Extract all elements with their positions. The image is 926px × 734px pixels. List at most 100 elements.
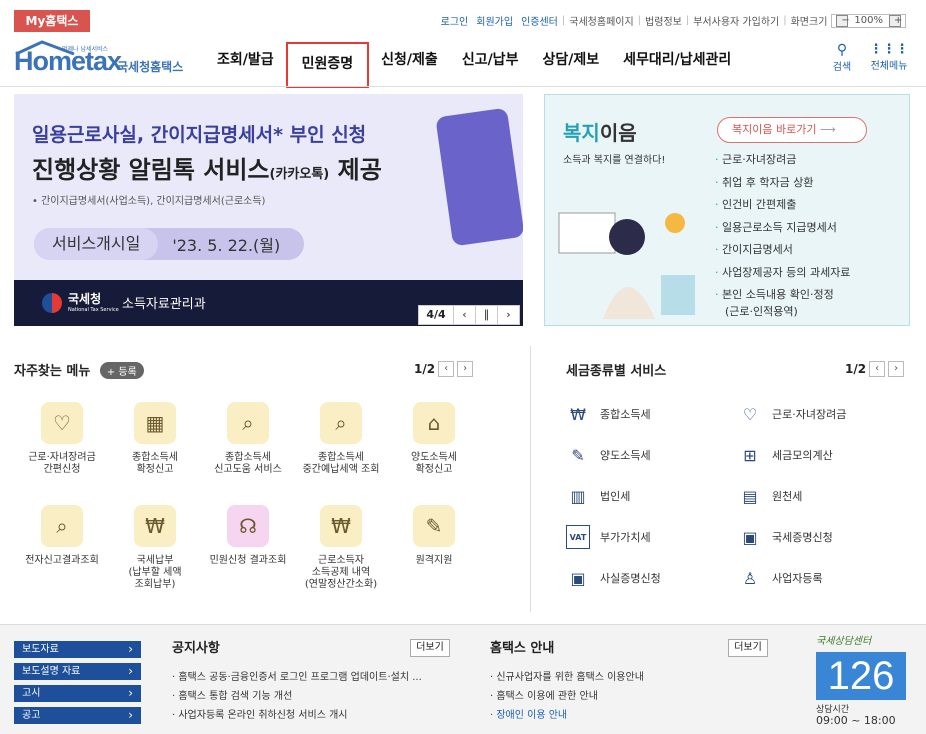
footer-org: 국세청 [68,292,102,306]
fav-item[interactable]: ✎ 원격지원 [394,505,474,567]
welfare-item[interactable]: 근로·자녀장려금 [715,149,850,172]
service-date-pill: 서비스개시일 '23. 5. 22.(월) [34,228,304,260]
guide-item[interactable]: 장애인 이용 안내 [490,706,644,725]
fav-header: 자주찾는 메뉴 + 등록 [14,360,144,379]
notice-more-button[interactable]: 더보기 [410,639,450,657]
all-menu-button[interactable]: ⋮⋮⋮ 전체메뉴 [864,42,914,72]
footer-org-en: National Tax Service [68,307,119,313]
fav-item[interactable]: ₩ 근로소득자 소득공제 내역 (연말정산간소화) [301,505,381,591]
woman-illustration [558,212,695,319]
notice-gosi-link[interactable]: 고시 [14,685,141,702]
fav-item[interactable]: ⌕ 종합소득세 중간예납세액 조회 [301,402,381,476]
my-hometax-button[interactable]: My홈택스 [14,10,90,32]
tax-item[interactable]: VAT 부가가치세 [566,525,651,549]
receipt-icon: ▤ [742,486,758,506]
nav-consult[interactable]: 상담/제보 [530,42,611,87]
nav-report-pay[interactable]: 신고/납부 [450,42,531,87]
banner-next-button[interactable]: › [497,306,519,324]
welfare-item[interactable]: 간이지급명세서 [715,239,850,262]
banner-pause-button[interactable]: ∥ [475,306,497,324]
tax-item[interactable]: ⊞ 세금모의계산 [738,443,833,467]
cert-center-link[interactable]: 인증센터 [517,13,562,28]
nts-logo-icon [42,293,62,313]
fav-label: 양도소득세 확정신고 [411,452,457,475]
signup-link[interactable]: 회원가입 [472,13,517,28]
certificate-icon: ▣ [742,527,758,547]
fav-next-button[interactable]: › [457,361,474,377]
login-link[interactable]: 로그인 [437,13,473,28]
calendar-icon: ▦ [134,402,176,444]
tax-item[interactable]: ₩ 종합소득세 [566,402,651,426]
fav-prev-button[interactable]: ‹ [438,361,455,377]
notice-list: 홈택스 공동·금융인증서 로그인 프로그램 업데이트·설치 ... 홈택스 통합… [172,668,422,725]
tax-label: 근로·자녀장려금 [772,408,847,421]
guide-item[interactable]: 홈택스 이용에 관한 안내 [490,687,644,706]
nts-home-link[interactable]: 국세청홈페이지 [565,13,637,28]
fav-item[interactable]: ▦ 종합소득세 확정신고 [115,402,195,476]
press-explain-link[interactable]: 보도설명 자료 [14,663,141,680]
welfare-link-button[interactable]: 복지이음 바로가기 ⟶ [717,117,867,143]
welfare-item[interactable]: 일용근로소득 지급명세서 [715,217,850,240]
welfare-list: 근로·자녀장려금 취업 후 학자금 상환 인건비 간편제출 일용근로소득 지급명… [715,149,850,307]
tax-item[interactable]: ▥ 법인세 [566,484,630,508]
welfare-item[interactable]: 취업 후 학자금 상환 [715,172,850,195]
fav-page: 1/2 [414,362,436,376]
notice-item[interactable]: 홈택스 통합 검색 기능 개선 [172,687,422,706]
guide-list: 신규사업자를 위한 홈택스 이용안내 홈택스 이용에 관한 안내 장애인 이용 … [490,668,644,725]
tax-item[interactable]: ▤ 원천세 [738,484,802,508]
main-nav: 조회/발급 민원증명 신청/제출 신고/납부 상담/제보 세무대리/납세관리 [205,42,743,88]
logo-sub: 국세청홈택스 [117,60,184,74]
banner-line2: 진행상황 알림톡 서비스(카카오톡) 제공 [32,156,382,184]
tax-item[interactable]: ♙ 사업자등록 [738,566,823,590]
tax-label: 원천세 [772,490,803,503]
service-date-value: '23. 5. 22.(월) [172,236,281,255]
main-banner[interactable]: 일용근로사실, 간이지급명세서* 부인 신청 진행상황 알림톡 서비스(카카오톡… [14,94,523,326]
banner-prev-button[interactable]: ‹ [453,306,475,324]
search-button[interactable]: ⚲ 검색 [822,42,862,73]
search-label: 검색 [832,62,852,73]
public-notice-link[interactable]: 공고 [14,707,141,724]
zoom-in-button[interactable]: + [889,14,902,27]
fav-register-button[interactable]: + 등록 [99,362,144,379]
call-center: 국세상담센터 126 상담시간 09:00 ~ 18:00 [812,632,912,730]
fav-title: 자주찾는 메뉴 [14,364,91,379]
fav-item[interactable]: ⌕ 전자신고결과조회 [22,505,102,567]
guide-title: 홈택스 안내 [490,641,555,656]
fav-item[interactable]: ⌕ 종합소득세 신고도움 서비스 [208,402,288,476]
notice-item[interactable]: 홈택스 공동·금융인증서 로그인 프로그램 업데이트·설치 ... [172,668,421,687]
nav-apply[interactable]: 신청/제출 [369,42,450,87]
law-link[interactable]: 법령정보 [641,13,686,28]
dept-user-signup-link[interactable]: 부서사용자 가입하기 [689,13,783,28]
tax-label: 국세증명신청 [772,531,833,544]
tax-item[interactable]: ♡ 근로·자녀장려금 [738,402,847,426]
header-divider [0,86,926,87]
press-release-link[interactable]: 보도자료 [14,641,141,658]
guide-more-button[interactable]: 더보기 [728,639,768,657]
tax-item[interactable]: ✎ 양도소득세 [566,443,650,467]
zoom-out-button[interactable]: − [836,14,850,27]
guide-item[interactable]: 신규사업자를 위한 홈택스 이용안내 [490,668,644,687]
fav-label: 근로·자녀장려금 간편신청 [28,452,96,475]
tax-label: 세금모의계산 [772,449,833,462]
nav-agent[interactable]: 세무대리/납세관리 [611,42,743,87]
welfare-item[interactable]: 사업장제공자 등의 과세자료 [715,262,850,285]
tax-item[interactable]: ▣ 국세증명신청 [738,525,833,549]
tax-next-button[interactable]: › [888,361,905,377]
fav-item[interactable]: ⌂ 양도소득세 확정신고 [394,402,474,476]
fav-item[interactable]: ₩ 국세납부 (납부할 세액 조회납부) [115,505,195,591]
money-bag-icon: ₩ [134,505,176,547]
nav-inquiry[interactable]: 조회/발급 [205,42,286,87]
fav-item[interactable]: ♡ 근로·자녀장려금 간편신청 [22,402,102,476]
hometax-logo[interactable]: 언제나 납세서비스 Hometax 국세청홈택스 [14,40,189,82]
doc-search-icon: ⌕ [41,505,83,547]
welfare-item[interactable]: 인건비 간편제출 [715,194,850,217]
notice-item[interactable]: 사업자등록 온라인 취하신청 서비스 개시 [172,706,422,725]
fav-label: 원격지원 [415,555,453,566]
welfare-panel: 복지이음 소득과 복지를 연결하다! 복지이음 바로가기 ⟶ 근로·자녀장려금 … [544,94,910,326]
tax-item[interactable]: ▣ 사실증명신청 [566,566,660,590]
nav-civil-cert[interactable]: 민원증명 [285,42,370,88]
all-menu-label: 전체메뉴 [870,61,908,72]
tax-prev-button[interactable]: ‹ [869,361,886,377]
top-util-links: 로그인 회원가입 인증센터 | 국세청홈페이지 | 법령정보 | 부서사용자 가… [437,13,906,28]
fav-item[interactable]: ☊ 민원신청 결과조회 [208,505,288,567]
